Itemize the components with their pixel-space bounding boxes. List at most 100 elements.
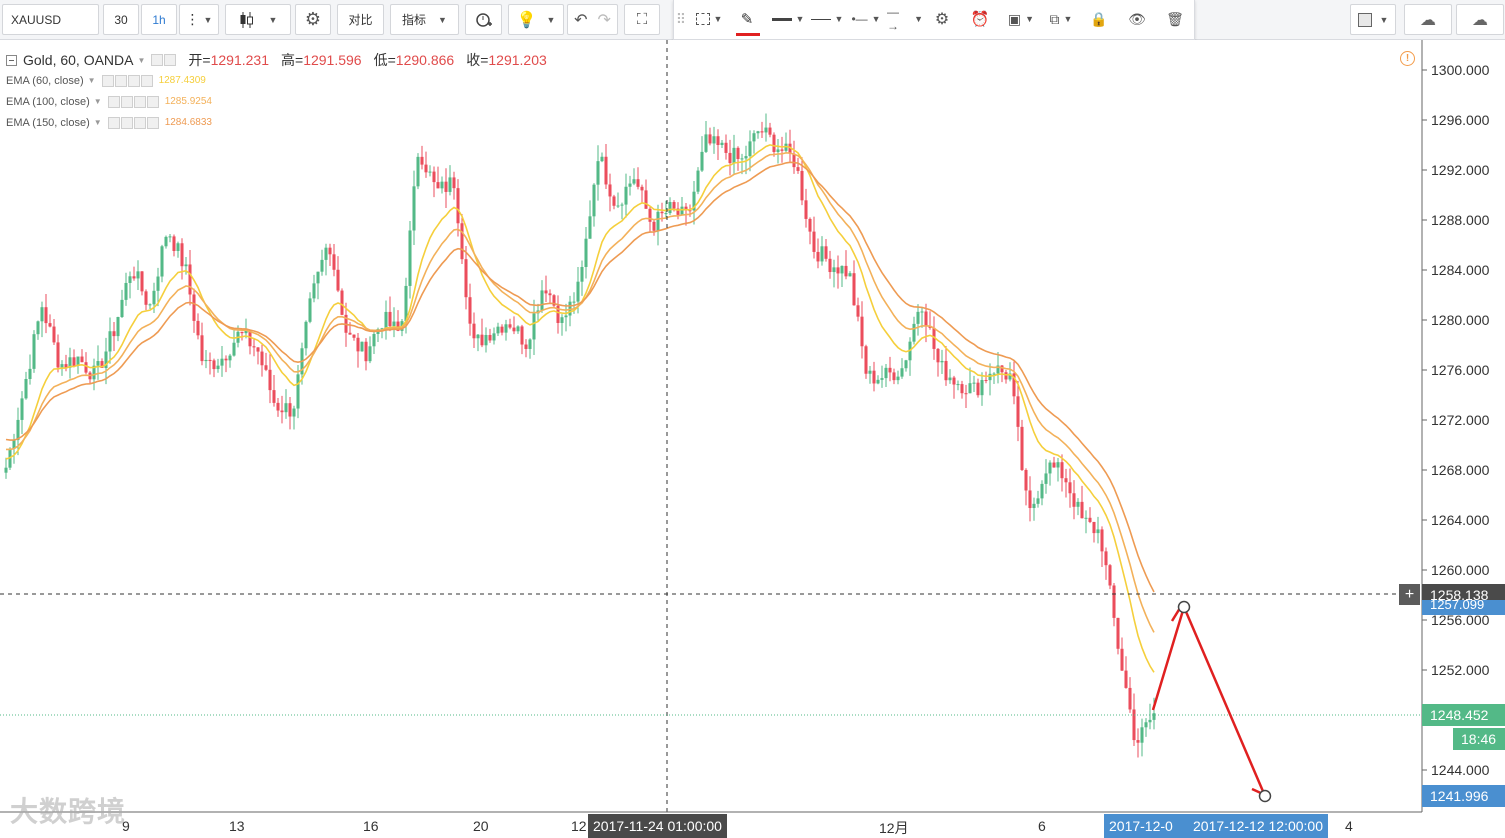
- candle-body: [952, 377, 956, 385]
- drawing-toolbar: ⠿ ▼ ✎ ▼ ▼ •— ▼ —→ ▼ ⚙ ⏰ ▣ ▼ ⧉ ▼ 🔒 👁 🗑: [673, 0, 1195, 40]
- chevron-down-icon: ▼: [871, 14, 881, 24]
- candle-body: [796, 167, 800, 171]
- candle-body: [296, 374, 300, 409]
- candle-body: [56, 342, 60, 368]
- eye-icon[interactable]: [151, 54, 164, 66]
- eye-icon[interactable]: [107, 116, 120, 129]
- clone-button[interactable]: ⧉ ▼: [1044, 4, 1078, 34]
- candle-body: [44, 307, 48, 324]
- chart-type-button[interactable]: ▼: [225, 4, 291, 35]
- candle-body: [736, 147, 740, 160]
- eye-icon[interactable]: [107, 95, 120, 108]
- candle-body: [752, 133, 756, 142]
- candle-body: [716, 136, 720, 145]
- price-tick-label: 1264.000: [1431, 512, 1490, 528]
- candle-body: [748, 141, 752, 157]
- projection-handle-bottom[interactable]: [1258, 789, 1272, 803]
- line-end-button[interactable]: —→ ▼: [887, 4, 923, 34]
- add-icon[interactable]: [133, 116, 146, 129]
- gear-icon[interactable]: [120, 95, 133, 108]
- ideas-button[interactable]: 💡 ▼: [508, 4, 564, 35]
- drawing-settings-button[interactable]: ⚙: [930, 4, 954, 34]
- candle-body: [220, 358, 224, 366]
- cloud-save-button[interactable]: ☁: [1456, 4, 1504, 35]
- legend-symbol-title[interactable]: Gold, 60, OANDA: [23, 52, 134, 68]
- interval-input[interactable]: 30: [103, 4, 139, 35]
- candle-body: [232, 342, 236, 356]
- candle-body: [944, 360, 948, 381]
- ema-name: EMA (60, close): [6, 74, 84, 87]
- pen-color-button[interactable]: ✎: [732, 4, 762, 36]
- fullscreen-button[interactable]: ⛶: [624, 4, 660, 35]
- candle-body: [480, 334, 484, 346]
- warning-icon[interactable]: !: [1400, 51, 1415, 66]
- price-tick-label: 1252.000: [1431, 662, 1490, 678]
- drag-handle-icon[interactable]: ⠿: [676, 4, 686, 34]
- price-chart[interactable]: 1300.000 1296.000 1292.000 1288.000 1284.000…: [0, 40, 1505, 838]
- cloud-load-button[interactable]: ☁: [1404, 4, 1452, 35]
- low-label: 低=: [373, 52, 396, 68]
- close-icon[interactable]: [140, 74, 153, 87]
- candle-body: [728, 152, 732, 164]
- chart-style-button[interactable]: ▼: [1350, 4, 1396, 35]
- gear-icon[interactable]: [114, 74, 127, 87]
- chevron-down-icon: ▼: [1379, 14, 1389, 25]
- candle-body: [1024, 469, 1028, 491]
- compare-button[interactable]: 对比: [337, 4, 384, 35]
- legend-ema-100[interactable]: EMA (100, close) ▼ 1285.9254: [6, 91, 547, 112]
- candle-body: [1148, 719, 1152, 723]
- chevron-down-icon[interactable]: ▼: [88, 76, 96, 85]
- collapse-legend-icon[interactable]: [6, 54, 17, 66]
- drawing-price-low-tag: 1241.996: [1422, 785, 1505, 807]
- candle-body: [1060, 462, 1064, 479]
- candle-body: [820, 246, 824, 262]
- legend-ema-150[interactable]: EMA (150, close) ▼ 1284.6833: [6, 112, 547, 133]
- line-start-button[interactable]: •— ▼: [848, 4, 884, 34]
- selection-tool-button[interactable]: ▼: [692, 4, 726, 34]
- candle-body: [464, 259, 468, 298]
- gear-icon[interactable]: [120, 116, 133, 129]
- chevron-down-icon[interactable]: ▼: [94, 118, 102, 127]
- candle-body: [940, 360, 944, 363]
- hide-button[interactable]: 👁: [1126, 4, 1148, 34]
- interval-1h-button[interactable]: 1h: [141, 4, 177, 35]
- candle-body: [252, 346, 256, 348]
- add-icon[interactable]: [127, 74, 140, 87]
- visual-order-button[interactable]: ▣ ▼: [1004, 4, 1038, 34]
- lock-button[interactable]: 🔒: [1088, 4, 1110, 34]
- eye-icon[interactable]: [101, 74, 114, 87]
- candle-body: [436, 182, 440, 189]
- line-style-button[interactable]: ▼: [809, 4, 845, 34]
- candle-body: [368, 346, 372, 362]
- candle-body: [352, 334, 356, 338]
- candle-body: [336, 269, 340, 291]
- price-tick-label: 1292.000: [1431, 162, 1490, 178]
- chart-settings-button[interactable]: ⚙: [295, 4, 331, 35]
- projection-handle-top[interactable]: [1177, 600, 1191, 614]
- delete-button[interactable]: 🗑: [1164, 4, 1186, 34]
- alert-button[interactable]: [465, 4, 502, 35]
- legend-ema-60[interactable]: EMA (60, close) ▼ 1287.4309: [6, 70, 547, 91]
- candle-body: [956, 384, 960, 386]
- symbol-search-input[interactable]: XAUUSD: [2, 4, 99, 35]
- drawing-alert-button[interactable]: ⏰: [968, 4, 992, 34]
- close-icon[interactable]: [146, 95, 159, 108]
- candle-body: [148, 304, 152, 306]
- redo-icon[interactable]: ↷: [598, 10, 611, 30]
- add-alert-plus-button[interactable]: +: [1399, 584, 1420, 605]
- undo-icon[interactable]: ↶: [574, 10, 587, 30]
- line-width-button[interactable]: ▼: [770, 4, 806, 34]
- chevron-down-icon[interactable]: ▼: [138, 56, 146, 65]
- gear-icon[interactable]: [164, 54, 177, 66]
- close-icon[interactable]: [146, 116, 159, 129]
- candle-body: [1004, 372, 1008, 380]
- copy-icon: ⧉: [1049, 10, 1060, 27]
- drawing-time-2-value: 2017-12-12 12:00:00: [1193, 818, 1323, 834]
- interval-menu-button[interactable]: ⋮ ▼: [179, 4, 219, 35]
- indicators-button[interactable]: 指标 ▼: [390, 4, 459, 35]
- chevron-down-icon: ▼: [914, 14, 923, 24]
- chevron-down-icon[interactable]: ▼: [94, 97, 102, 106]
- add-icon[interactable]: [133, 95, 146, 108]
- chevron-down-icon: ▼: [203, 14, 213, 25]
- candle-body: [660, 211, 664, 214]
